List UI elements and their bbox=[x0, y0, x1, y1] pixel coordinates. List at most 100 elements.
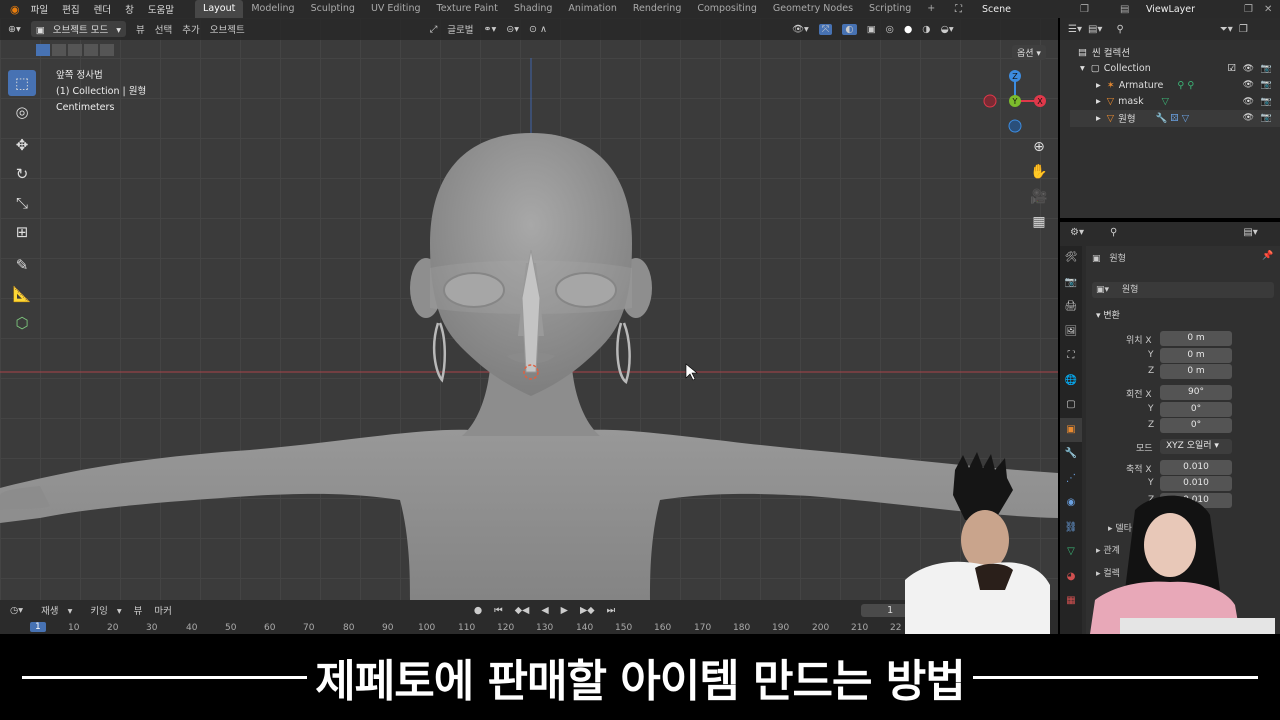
tab-uv-editing[interactable]: UV Editing bbox=[363, 0, 429, 18]
collection-row[interactable]: ▾ ▢ Collection ☑ 👁 📷 bbox=[1070, 61, 1280, 78]
menu-render[interactable]: 렌더 bbox=[87, 2, 118, 16]
pan-hand-icon[interactable]: ✋ bbox=[1028, 161, 1050, 183]
filter-icon[interactable]: ⏷▾ bbox=[1220, 24, 1233, 35]
menu-edit[interactable]: 편집 bbox=[55, 2, 86, 16]
shading-render-icon[interactable]: ◒▾ bbox=[941, 24, 954, 35]
record-icon[interactable]: ● bbox=[474, 605, 482, 616]
scene-name[interactable]: Scene bbox=[982, 4, 1011, 15]
select-intersect-icon[interactable] bbox=[100, 44, 114, 56]
navigation-gizmo[interactable]: Z X Y bbox=[980, 66, 1050, 136]
select-box-icon[interactable]: ⬚ bbox=[8, 70, 36, 96]
expand-icon[interactable]: ▸ bbox=[1096, 96, 1101, 107]
cursor-icon[interactable]: ◎ bbox=[8, 99, 36, 125]
tab-texture-paint[interactable]: Texture Paint bbox=[429, 0, 506, 18]
tab-scripting[interactable]: Scripting bbox=[861, 0, 919, 18]
xray-icon[interactable]: ▣ bbox=[867, 24, 876, 35]
tab-modeling[interactable]: Modeling bbox=[243, 0, 302, 18]
tab-sculpting[interactable]: Sculpting bbox=[303, 0, 363, 18]
render-tab-icon[interactable]: 📷 bbox=[1060, 271, 1082, 296]
menu-help[interactable]: 도움말 bbox=[141, 2, 181, 16]
timeline-editor-icon[interactable]: ◷▾ bbox=[10, 605, 23, 616]
menu-playback[interactable]: 재생 ▾ bbox=[35, 603, 72, 617]
rotation-z-field[interactable]: 0° bbox=[1160, 418, 1232, 433]
menu-add[interactable]: 추가 bbox=[182, 22, 199, 36]
checkbox-icon[interactable]: ☑ bbox=[1227, 63, 1236, 74]
scale-icon[interactable]: ⤡ bbox=[8, 190, 36, 216]
object-tab-icon[interactable]: ▣ bbox=[1060, 417, 1082, 442]
select-extend-icon[interactable] bbox=[52, 44, 66, 56]
play-reverse-icon[interactable]: ◀ bbox=[541, 605, 548, 616]
outliner-editor-icon[interactable]: ☰▾ bbox=[1068, 24, 1082, 35]
new-collection-icon[interactable]: ❐ bbox=[1239, 24, 1248, 35]
tab-geometry-nodes[interactable]: Geometry Nodes bbox=[765, 0, 861, 18]
expand-icon[interactable]: ▸ bbox=[1096, 113, 1101, 124]
jump-start-icon[interactable]: ⏮ bbox=[494, 605, 503, 616]
mode-select[interactable]: ▣ 오브젝트 모드 ▾ bbox=[30, 21, 126, 37]
tab-shading[interactable]: Shading bbox=[506, 0, 561, 18]
rotation-x-field[interactable]: 90° bbox=[1160, 385, 1232, 400]
eye-icon[interactable]: 👁 bbox=[1243, 97, 1254, 107]
viewlayer-name[interactable]: ViewLayer bbox=[1146, 4, 1195, 15]
play-icon[interactable]: ▶ bbox=[561, 605, 568, 616]
add-workspace-button[interactable]: + bbox=[919, 0, 943, 18]
camera-icon[interactable]: 📷 bbox=[1261, 80, 1272, 90]
camera-icon[interactable]: 📷 bbox=[1261, 113, 1272, 123]
proportional-edit-icon[interactable]: ⊙ ∧ bbox=[529, 24, 547, 35]
shading-solid-icon[interactable]: ● bbox=[904, 24, 912, 35]
tab-animation[interactable]: Animation bbox=[560, 0, 624, 18]
annotate-icon[interactable]: ✎ bbox=[8, 252, 36, 278]
menu-select[interactable]: 선택 bbox=[155, 22, 172, 36]
snap-icon[interactable]: ⊝▾ bbox=[506, 24, 519, 35]
scene-collection-row[interactable]: ▤ 씬 컬렉션 bbox=[1070, 44, 1280, 61]
blender-logo-icon[interactable]: ◉ bbox=[10, 3, 20, 16]
properties-options-icon[interactable]: ▤▾ bbox=[1243, 227, 1257, 238]
output-tab-icon[interactable]: 🖨 bbox=[1060, 295, 1082, 320]
menu-keying[interactable]: 키잉 ▾ bbox=[84, 603, 121, 617]
select-invert-icon[interactable] bbox=[84, 44, 98, 56]
rotate-icon[interactable]: ↻ bbox=[8, 161, 36, 187]
pin-icon[interactable]: 📌 bbox=[1262, 251, 1273, 261]
object-name-field[interactable]: ▣▾ 원형 bbox=[1092, 282, 1274, 298]
pivot-icon[interactable]: ⚭▾ bbox=[484, 24, 497, 35]
orientation-select[interactable]: 글로벌 bbox=[447, 22, 473, 36]
camera-icon[interactable]: 📷 bbox=[1261, 64, 1272, 74]
shading-material-icon[interactable]: ◑ bbox=[922, 24, 930, 35]
properties-search-icon[interactable]: ⚲ bbox=[1110, 227, 1117, 238]
world-tab-icon[interactable]: 🌐 bbox=[1060, 369, 1082, 394]
editor-type-icon[interactable]: ⊕▾ bbox=[8, 24, 21, 35]
eye-icon[interactable]: 👁 bbox=[1243, 64, 1254, 74]
overlay-icon[interactable]: ◐ bbox=[842, 23, 857, 35]
menu-window[interactable]: 창 bbox=[118, 2, 141, 16]
location-z-field[interactable]: 0 m bbox=[1160, 364, 1232, 379]
menu-timeline-view[interactable]: 뷰 bbox=[134, 603, 143, 617]
jump-keyframe-back-icon[interactable]: ◆◀ bbox=[515, 605, 530, 616]
shading-wireframe-icon[interactable]: ◎ bbox=[886, 24, 894, 35]
select-subtract-icon[interactable] bbox=[68, 44, 82, 56]
view-layer-tab-icon[interactable]: 🖼 bbox=[1060, 320, 1082, 345]
display-mode-icon[interactable]: ▤▾ bbox=[1088, 24, 1102, 35]
outliner-item-armature[interactable]: ▸ ✶ Armature ⚲ ⚲ 👁 📷 bbox=[1070, 77, 1280, 94]
camera-icon[interactable]: 📷 bbox=[1261, 97, 1272, 107]
move-icon[interactable]: ✥ bbox=[8, 132, 36, 158]
transform-icon[interactable]: ⊞ bbox=[8, 219, 36, 245]
location-y-field[interactable]: 0 m bbox=[1160, 348, 1232, 363]
menu-file[interactable]: 파일 bbox=[24, 2, 55, 16]
eye-icon[interactable]: 👁 bbox=[1243, 113, 1254, 123]
add-cube-icon[interactable]: ⬡ bbox=[8, 310, 36, 336]
measure-icon[interactable]: 📐 bbox=[8, 281, 36, 307]
new-viewlayer-icon[interactable]: ❐ bbox=[1244, 4, 1253, 15]
menu-object[interactable]: 오브젝트 bbox=[210, 22, 245, 36]
remove-viewlayer-icon[interactable]: ✕ bbox=[1264, 4, 1272, 15]
eye-icon[interactable]: 👁 bbox=[1243, 80, 1254, 90]
outliner-item-wonhyeong[interactable]: ▸ ▽ 원형 🔧 ⚄ ▽ 👁 📷 bbox=[1070, 110, 1280, 127]
tab-rendering[interactable]: Rendering bbox=[625, 0, 690, 18]
jump-end-icon[interactable]: ⏭ bbox=[607, 605, 616, 616]
frame-indicator[interactable]: 1 bbox=[30, 622, 46, 632]
new-scene-icon[interactable]: ❐ bbox=[1080, 4, 1089, 15]
expand-icon[interactable]: ▾ bbox=[1080, 63, 1085, 74]
collection-tab-icon[interactable]: ▢ bbox=[1060, 393, 1082, 418]
location-x-field[interactable]: 0 m bbox=[1160, 331, 1232, 346]
ortho-grid-icon[interactable]: ▦ bbox=[1028, 211, 1050, 233]
expand-icon[interactable]: ▸ bbox=[1096, 80, 1101, 91]
tab-layout[interactable]: Layout bbox=[195, 0, 244, 18]
